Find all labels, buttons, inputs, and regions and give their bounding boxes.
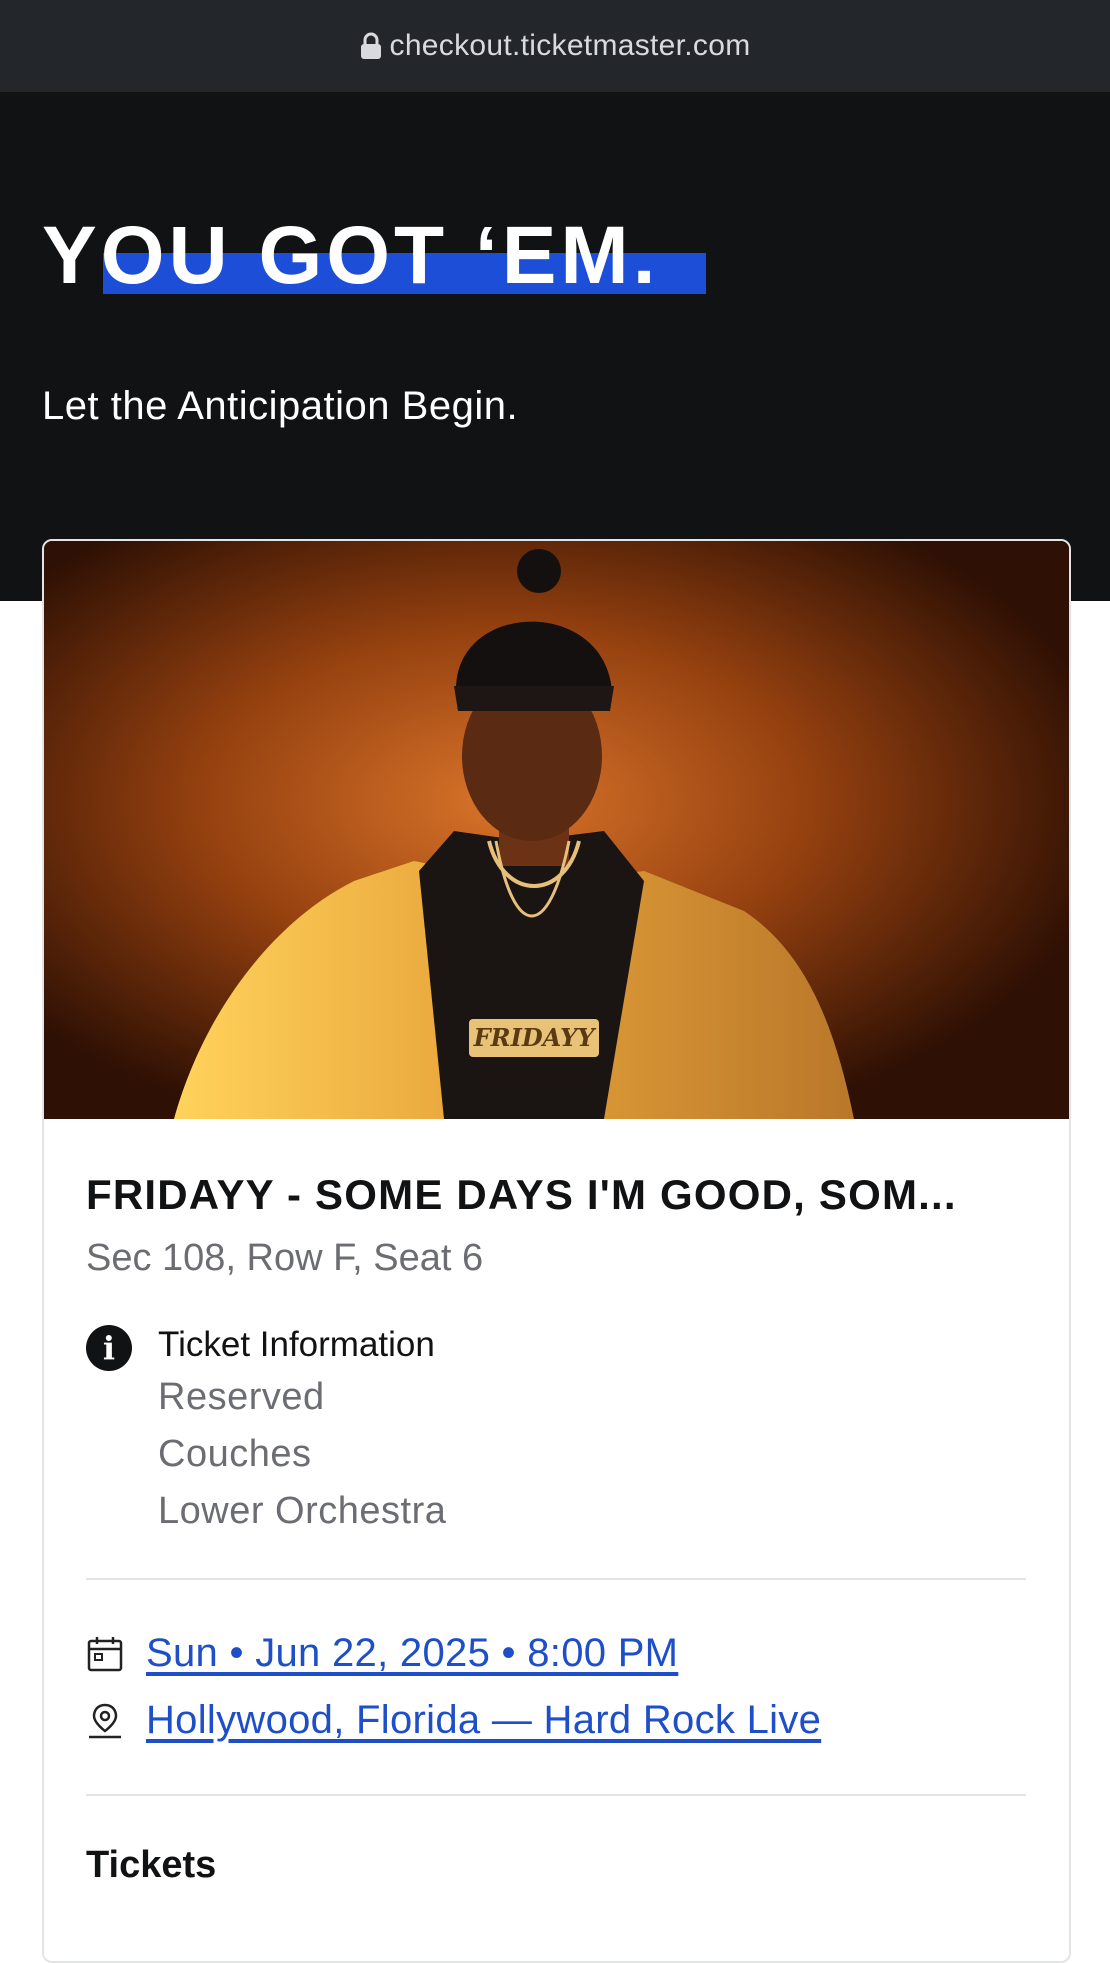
hero-title: YOU GOT ‘EM. [42, 210, 660, 301]
ticket-info-line: Lower Orchestra [158, 1490, 447, 1532]
event-location-row[interactable]: Hollywood, Florida — Hard Rock Live [86, 1687, 1026, 1754]
event-title: FRIDAYY - SOME DAYS I'M GOOD, SOM... [86, 1171, 957, 1218]
pendant-text: FRIDAYY [473, 1023, 598, 1052]
artist-illustration: FRIDAYY [44, 541, 1069, 1119]
event-date-link[interactable]: Sun • Jun 22, 2025 • 8:00 PM [146, 1631, 678, 1676]
map-pin-icon [89, 1703, 121, 1738]
info-icon: i [86, 1325, 132, 1371]
event-details: FRIDAYY - SOME DAYS I'M GOOD, SOM... Sec… [86, 1169, 1026, 1887]
ticket-information: i Ticket Information Reserved Couches Lo… [86, 1321, 1026, 1540]
hero-title-group: YOU GOT ‘EM. [42, 210, 706, 302]
hero-banner: YOU GOT ‘EM. Let the Anticipation Begin. [0, 92, 1110, 601]
ticket-info-line: Reserved [158, 1376, 325, 1418]
event-card: FRIDAYY FRIDAYY - SOME DAYS I'M GOOD, SO… [42, 539, 1071, 1963]
tickets-heading: Tickets [86, 1844, 217, 1886]
event-location-link[interactable]: Hollywood, Florida — Hard Rock Live [146, 1698, 821, 1743]
url-text: checkout.ticketmaster.com [389, 29, 751, 62]
ticket-info-line: Couches [158, 1433, 312, 1475]
event-date-row[interactable]: Sun • Jun 22, 2025 • 8:00 PM [86, 1620, 1026, 1687]
divider [86, 1794, 1026, 1796]
divider [86, 1578, 1026, 1580]
hero-subtitle: Let the Anticipation Begin. [42, 384, 519, 428]
artist-photo: FRIDAYY [44, 541, 1069, 1119]
seat-info: Sec 108, Row F, Seat 6 [86, 1237, 484, 1279]
browser-url-bar[interactable]: checkout.ticketmaster.com [0, 0, 1110, 92]
calendar-icon [87, 1636, 123, 1671]
lock-icon [360, 32, 381, 59]
ticket-info-heading: Ticket Information [158, 1325, 435, 1364]
